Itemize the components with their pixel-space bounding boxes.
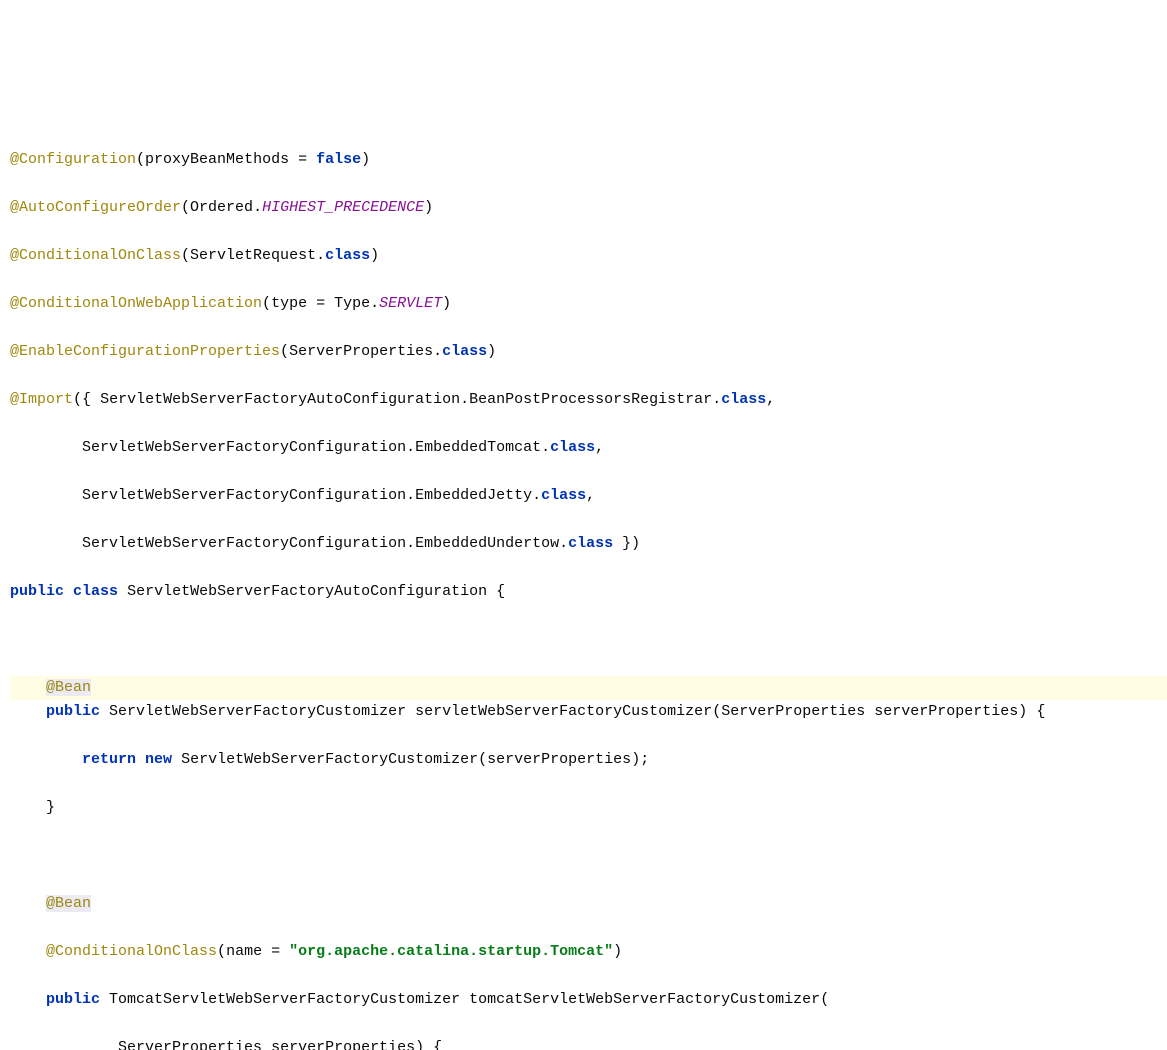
code-line: public ServletWebServerFactoryCustomizer… <box>10 700 1167 724</box>
annotation: @AutoConfigureOrder <box>10 199 181 216</box>
annotation: @ConditionalOnClass <box>46 943 217 960</box>
code-line: @Bean <box>10 892 1167 916</box>
annotation: @Configuration <box>10 151 136 168</box>
annotation: @ConditionalOnClass <box>10 247 181 264</box>
code-line: @AutoConfigureOrder(Ordered.HIGHEST_PREC… <box>10 196 1167 220</box>
code-line: @ConditionalOnWebApplication(type = Type… <box>10 292 1167 316</box>
code-editor-view[interactable]: @Configuration(proxyBeanMethods = false)… <box>0 120 1167 1050</box>
annotation: @EnableConfigurationProperties <box>10 343 280 360</box>
blank-line <box>10 844 1167 868</box>
code-line-highlight: @Bean <box>10 676 1167 700</box>
code-line: @Configuration(proxyBeanMethods = false) <box>10 148 1167 172</box>
code-line: ServletWebServerFactoryConfiguration.Emb… <box>10 532 1167 556</box>
code-line: public TomcatServletWebServerFactoryCust… <box>10 988 1167 1012</box>
code-line: ServerProperties serverProperties) { <box>10 1036 1167 1050</box>
code-line: @ConditionalOnClass(ServletRequest.class… <box>10 244 1167 268</box>
code-line: @ConditionalOnClass(name = "org.apache.c… <box>10 940 1167 964</box>
constant: HIGHEST_PRECEDENCE <box>262 199 424 216</box>
code-line: ServletWebServerFactoryConfiguration.Emb… <box>10 484 1167 508</box>
blank-line <box>10 628 1167 652</box>
code-line: public class ServletWebServerFactoryAuto… <box>10 580 1167 604</box>
code-line: return new ServletWebServerFactoryCustom… <box>10 748 1167 772</box>
code-line: @Import({ ServletWebServerFactoryAutoCon… <box>10 388 1167 412</box>
annotation: @ConditionalOnWebApplication <box>10 295 262 312</box>
code-line: } <box>10 796 1167 820</box>
code-line: @EnableConfigurationProperties(ServerPro… <box>10 340 1167 364</box>
string-literal: "org.apache.catalina.startup.Tomcat" <box>289 943 613 960</box>
constant: SERVLET <box>379 295 442 312</box>
annotation: @Import <box>10 391 73 408</box>
annotation-bean: @Bean <box>46 679 91 696</box>
annotation-bean: @Bean <box>46 895 91 912</box>
code-line: ServletWebServerFactoryConfiguration.Emb… <box>10 436 1167 460</box>
